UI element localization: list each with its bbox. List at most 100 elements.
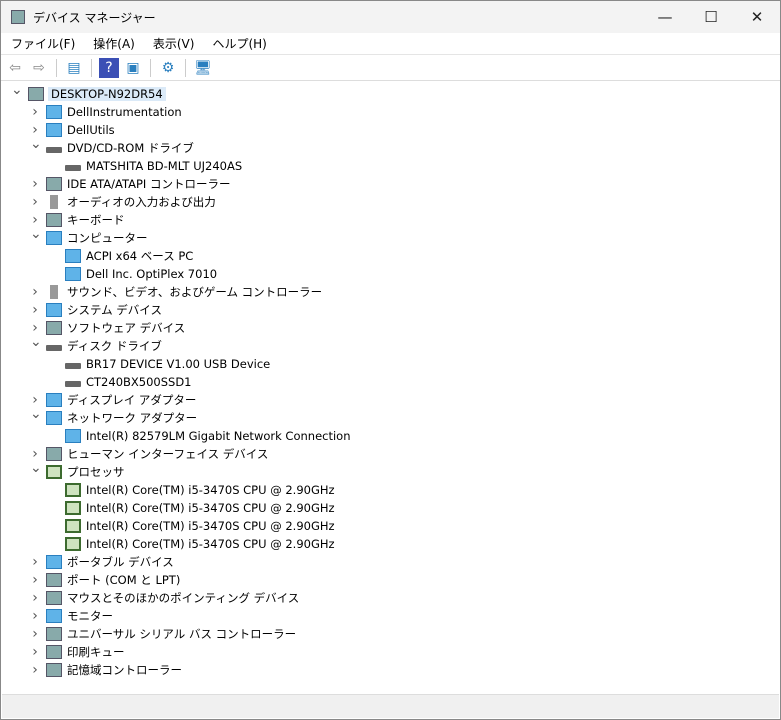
scan-hardware-icon: 🖥: [194, 59, 212, 76]
tree-item-label: ネットワーク アダプター: [67, 411, 198, 425]
tree-device[interactable]: Intel(R) Core(TM) i5-3470S CPU @ 2.90GHz: [2, 517, 779, 535]
gen-icon: [46, 645, 62, 659]
tree-device[interactable]: Dell Inc. OptiPlex 7010: [2, 265, 779, 283]
collapse-chevron-icon[interactable]: ⌄: [30, 226, 42, 242]
tree-root[interactable]: ⌄ DESKTOP-N92DR54: [2, 82, 779, 103]
tree-device[interactable]: MATSHITA BD-MLT UJ240AS: [2, 157, 779, 175]
toolbar-separator: [91, 58, 92, 77]
collapse-chevron-icon[interactable]: ⌄: [30, 406, 42, 422]
speaker-icon: [50, 195, 58, 209]
tree-category[interactable]: › IDE ATA/ATAPI コントローラー: [2, 175, 779, 193]
menu-file[interactable]: ファイル(F): [1, 35, 83, 52]
tree-device[interactable]: Intel(R) Core(TM) i5-3470S CPU @ 2.90GHz: [2, 535, 779, 553]
tree-device[interactable]: Intel(R) Core(TM) i5-3470S CPU @ 2.90GHz: [2, 499, 779, 517]
scan-hardware-button[interactable]: 🖥: [193, 58, 213, 78]
monitor-icon: [46, 303, 62, 317]
expand-chevron-icon[interactable]: ›: [30, 590, 40, 606]
tree-device[interactable]: Intel(R) 82579LM Gigabit Network Connect…: [2, 427, 779, 445]
tree-category[interactable]: › マウスとそのほかのポインティング デバイス: [2, 589, 779, 607]
expand-chevron-icon[interactable]: ›: [30, 176, 40, 192]
expand-chevron-icon[interactable]: ›: [30, 194, 40, 210]
tree-category[interactable]: › ヒューマン インターフェイス デバイス: [2, 445, 779, 463]
tree-category[interactable]: › キーボード: [2, 211, 779, 229]
expand-chevron-icon[interactable]: ›: [30, 644, 40, 660]
tree-item-label: MATSHITA BD-MLT UJ240AS: [86, 159, 243, 173]
tree-device[interactable]: Intel(R) Core(TM) i5-3470S CPU @ 2.90GHz: [2, 481, 779, 499]
title-bar: デバイス マネージャー — ☐ ✕: [1, 1, 780, 33]
menu-help[interactable]: ヘルプ(H): [202, 35, 274, 52]
toolbar-separator: [56, 58, 57, 77]
tree-item-label: Intel(R) Core(TM) i5-3470S CPU @ 2.90GHz: [86, 519, 335, 533]
monitor-icon: [46, 231, 62, 245]
tree-category[interactable]: ⌄ プロセッサ: [2, 460, 779, 481]
expand-chevron-icon[interactable]: ›: [30, 662, 40, 678]
net-icon: [46, 105, 62, 119]
expand-chevron-icon[interactable]: ›: [30, 572, 40, 588]
monitor-icon: [46, 393, 62, 407]
tree-device[interactable]: CT240BX500SSD1: [2, 373, 779, 391]
update-driver-button[interactable]: ⚙: [158, 58, 178, 78]
minimize-button[interactable]: —: [642, 1, 688, 33]
tree-category[interactable]: ⌄ ネットワーク アダプター: [2, 406, 779, 427]
tree-category[interactable]: › ソフトウェア デバイス: [2, 319, 779, 337]
tree-item-label: ヒューマン インターフェイス デバイス: [67, 447, 269, 461]
forward-button[interactable]: ⇨: [29, 58, 49, 78]
device-manager-window: デバイス マネージャー — ☐ ✕ ファイル(F) 操作(A) 表示(V) ヘル…: [0, 0, 781, 720]
properties-icon: ▤: [67, 59, 81, 76]
tree-category[interactable]: › ポート (COM と LPT): [2, 571, 779, 589]
device-tree: ⌄ DESKTOP-N92DR54 › DellInstrumentation › Del…: [2, 82, 779, 693]
drive-icon: [46, 345, 62, 351]
tree-category[interactable]: › ユニバーサル シリアル バス コントローラー: [2, 625, 779, 643]
tree-item-label: ディスク ドライブ: [67, 339, 162, 353]
menu-view[interactable]: 表示(V): [143, 35, 203, 52]
expand-chevron-icon[interactable]: ›: [30, 608, 40, 624]
close-button[interactable]: ✕: [734, 1, 780, 33]
help-icon: ?: [105, 59, 113, 76]
tree-category[interactable]: ⌄ DVD/CD-ROM ドライブ: [2, 136, 779, 157]
tree-item-label: Intel(R) 82579LM Gigabit Network Connect…: [86, 429, 351, 443]
tree-category[interactable]: › ディスプレイ アダプター: [2, 391, 779, 409]
tree-item-label: BR17 DEVICE V1.00 USB Device: [86, 357, 271, 371]
tree-category[interactable]: ⌄ コンピューター: [2, 226, 779, 247]
cpu-icon: [65, 537, 81, 551]
expand-chevron-icon[interactable]: ›: [30, 626, 40, 642]
tree-category[interactable]: › DellInstrumentation: [2, 103, 779, 121]
net-icon: [65, 429, 81, 443]
gen-icon: [46, 627, 62, 641]
maximize-button[interactable]: ☐: [688, 1, 734, 33]
expand-chevron-icon[interactable]: ›: [30, 104, 40, 120]
tree-item-label: DVD/CD-ROM ドライブ: [67, 141, 194, 155]
expand-chevron-icon[interactable]: ›: [30, 554, 40, 570]
properties-button[interactable]: ▤: [64, 58, 84, 78]
tree-device[interactable]: ACPI x64 ベース PC: [2, 247, 779, 265]
tree-item-label: システム デバイス: [67, 303, 162, 317]
tree-item-label: マウスとそのほかのポインティング デバイス: [67, 591, 300, 605]
collapse-chevron-icon[interactable]: ⌄: [30, 460, 42, 476]
tree-category[interactable]: › システム デバイス: [2, 301, 779, 319]
drive-icon: [65, 165, 81, 171]
gen-icon: [46, 663, 62, 677]
tree-category[interactable]: › サウンド、ビデオ、およびゲーム コントローラー: [2, 283, 779, 301]
tree-category[interactable]: ⌄ ディスク ドライブ: [2, 334, 779, 355]
tree-item-label: CT240BX500SSD1: [86, 375, 192, 389]
collapse-chevron-icon[interactable]: ⌄: [11, 82, 23, 98]
tree-category[interactable]: › モニター: [2, 607, 779, 625]
drive-icon: [46, 147, 62, 153]
tree-category[interactable]: › ポータブル デバイス: [2, 553, 779, 571]
tree-device[interactable]: BR17 DEVICE V1.00 USB Device: [2, 355, 779, 373]
show-hidden-button[interactable]: ▣: [123, 58, 143, 78]
tree-category[interactable]: › DellUtils: [2, 121, 779, 139]
collapse-chevron-icon[interactable]: ⌄: [30, 136, 42, 152]
tree-category[interactable]: › 記憶域コントローラー: [2, 661, 779, 679]
show-hidden-icon: ▣: [126, 59, 140, 76]
tree-category[interactable]: › オーディオの入力および出力: [2, 193, 779, 211]
help-button[interactable]: ?: [99, 57, 119, 78]
menu-bar: ファイル(F) 操作(A) 表示(V) ヘルプ(H): [1, 33, 780, 55]
back-button[interactable]: ⇦: [5, 58, 25, 78]
expand-chevron-icon[interactable]: ›: [30, 284, 40, 300]
menu-action[interactable]: 操作(A): [83, 35, 143, 52]
collapse-chevron-icon[interactable]: ⌄: [30, 334, 42, 350]
expand-chevron-icon[interactable]: ›: [30, 302, 40, 318]
gen-icon: [46, 213, 62, 227]
tree-category[interactable]: › 印刷キュー: [2, 643, 779, 661]
